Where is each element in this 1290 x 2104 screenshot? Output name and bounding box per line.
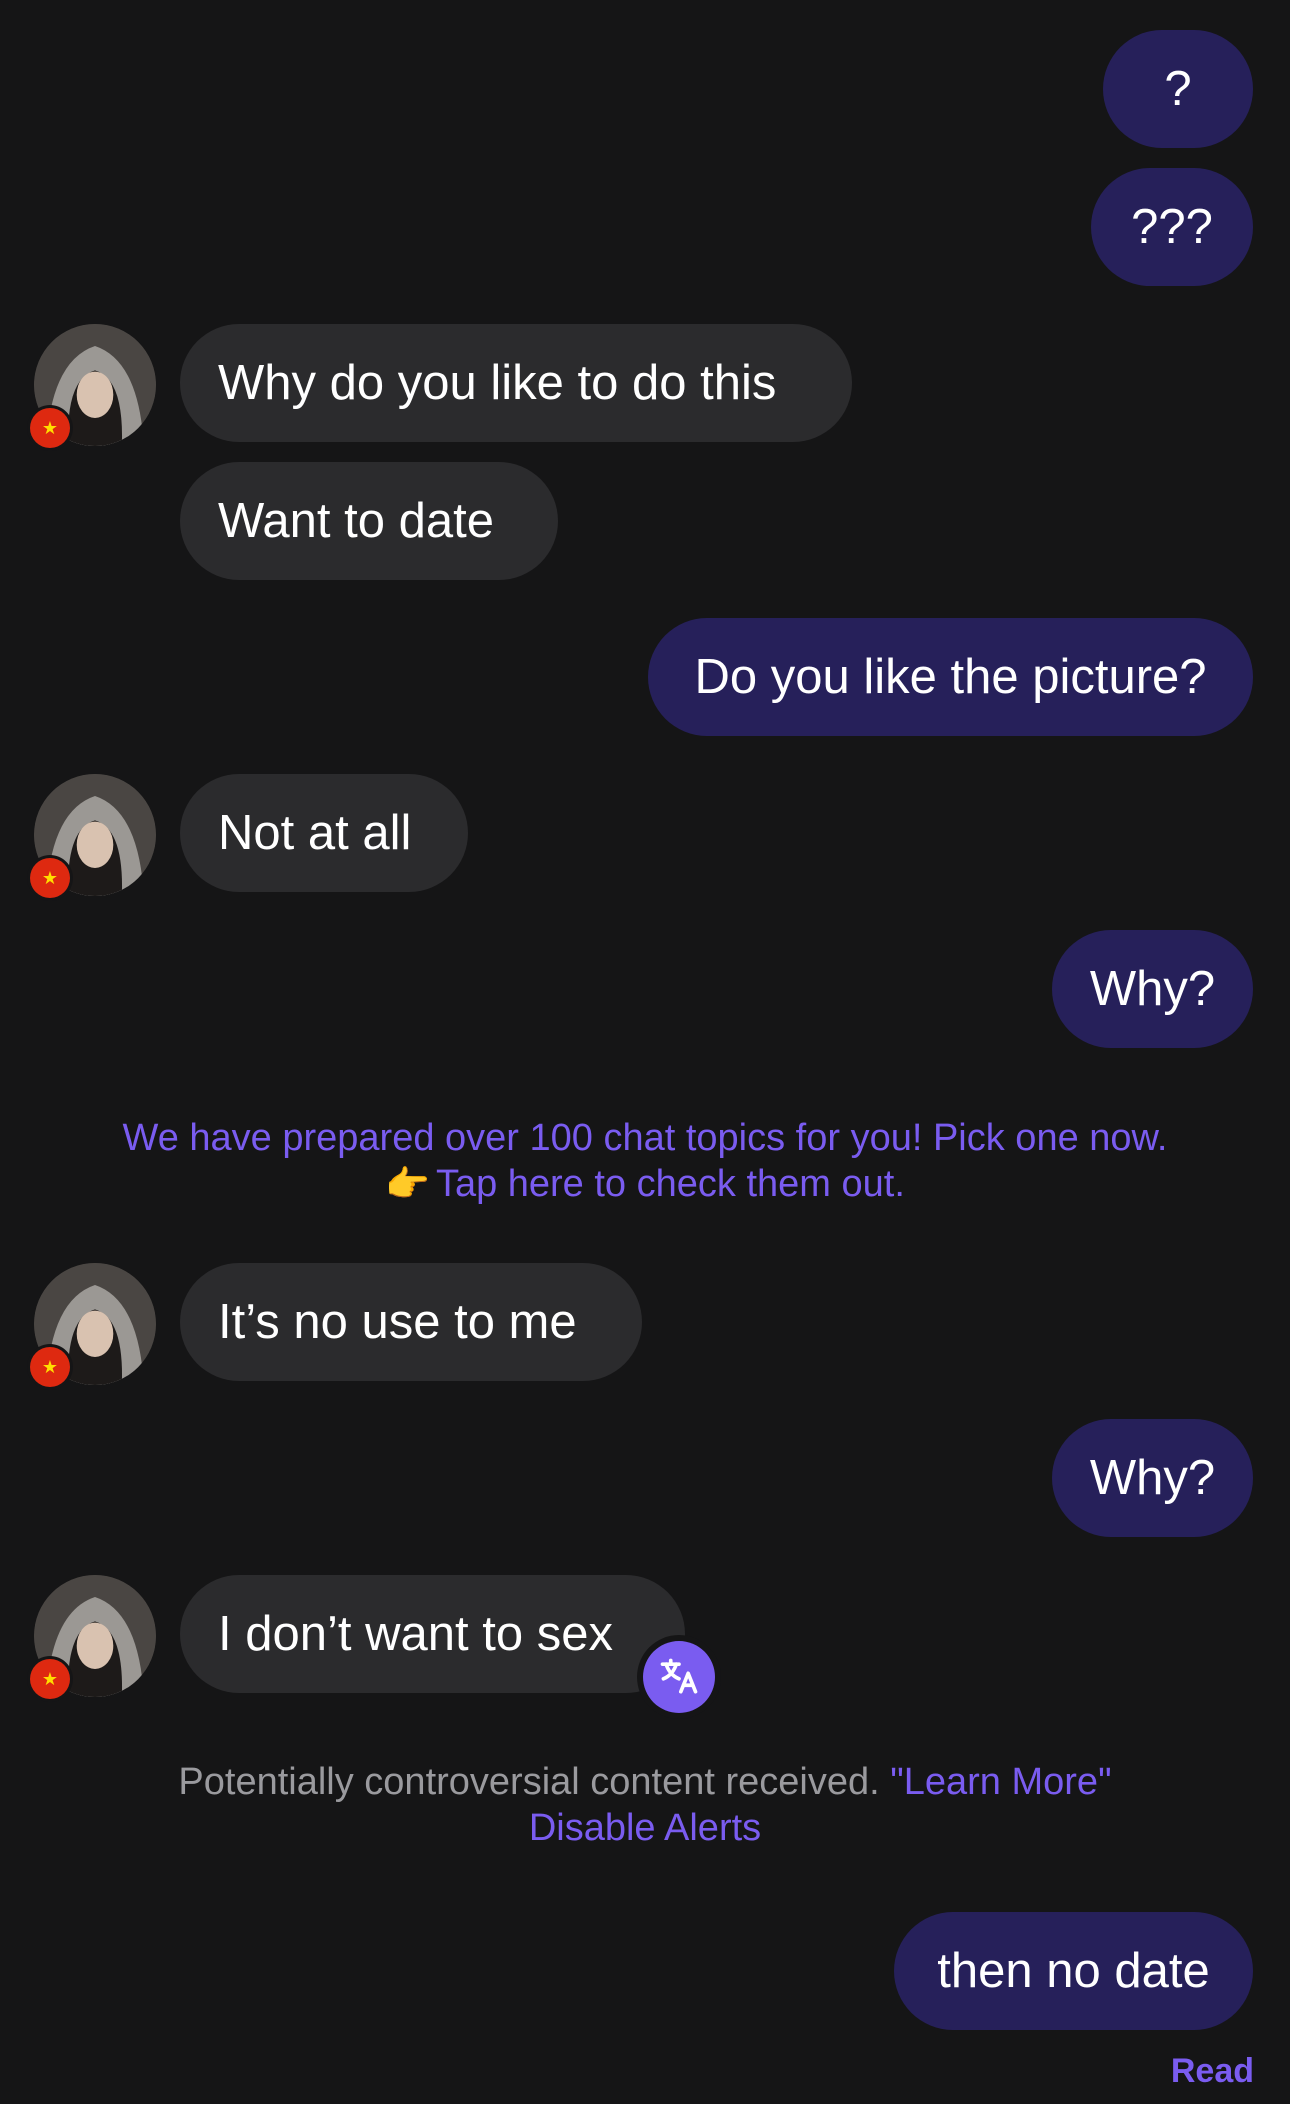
china-flag-icon: ★	[30, 1659, 70, 1699]
message-text: ???	[1131, 199, 1213, 254]
message-outgoing[interactable]: ?	[1103, 30, 1253, 148]
message-text: It’s no use to me	[218, 1294, 577, 1349]
topics-banner-line2[interactable]: 👉 Tap here to check them out.	[0, 1161, 1290, 1207]
message-text: Why do you like to do this	[218, 355, 777, 410]
message-outgoing[interactable]: Why?	[1052, 930, 1253, 1048]
content-warning: Potentially controversial content receiv…	[0, 1759, 1290, 1851]
disable-alerts-link[interactable]: Disable Alerts	[529, 1807, 761, 1849]
chat-thread: ? ??? ★ Why do you like to do this Want …	[0, 0, 1290, 2104]
message-text: then no date	[937, 1943, 1210, 1998]
message-text: Want to date	[218, 493, 495, 548]
message-text: Do you like the picture?	[694, 649, 1207, 704]
china-flag-icon: ★	[30, 408, 70, 448]
chat-topics-banner[interactable]: We have prepared over 100 chat topics fo…	[0, 1115, 1290, 1207]
message-text: Why?	[1089, 1450, 1216, 1505]
message-incoming[interactable]: It’s no use to me	[180, 1263, 642, 1381]
message-outgoing[interactable]: Why?	[1052, 1419, 1253, 1537]
message-text: Why?	[1089, 961, 1216, 1016]
message-text: Not at all	[218, 805, 412, 860]
message-incoming[interactable]: Not at all	[180, 774, 468, 892]
translate-button[interactable]	[643, 1641, 715, 1713]
contact-avatar[interactable]: ★	[30, 1575, 156, 1699]
content-warning-text: Potentially controversial content receiv…	[178, 1761, 880, 1803]
topics-link-text: Tap here to check them out.	[435, 1163, 905, 1205]
read-receipt: Read	[1170, 2052, 1254, 2090]
pointing-hand-icon: 👉	[385, 1163, 430, 1204]
message-incoming[interactable]: Why do you like to do this	[180, 324, 852, 442]
message-outgoing[interactable]: then no date	[894, 1912, 1253, 2030]
message-text: ?	[1164, 61, 1192, 116]
translate-icon	[660, 1658, 698, 1694]
china-flag-icon: ★	[30, 858, 70, 898]
contact-avatar[interactable]: ★	[30, 324, 156, 448]
topics-banner-line1: We have prepared over 100 chat topics fo…	[122, 1117, 1168, 1159]
learn-more-link[interactable]: "Learn More"	[890, 1761, 1111, 1803]
message-incoming[interactable]: I don’t want to sex	[180, 1575, 685, 1693]
message-incoming[interactable]: Want to date	[180, 462, 558, 580]
contact-avatar[interactable]: ★	[30, 1263, 156, 1387]
message-outgoing[interactable]: ???	[1091, 168, 1253, 286]
message-outgoing[interactable]: Do you like the picture?	[648, 618, 1253, 736]
contact-avatar[interactable]: ★	[30, 774, 156, 898]
message-text: I don’t want to sex	[218, 1606, 613, 1661]
china-flag-icon: ★	[30, 1347, 70, 1387]
